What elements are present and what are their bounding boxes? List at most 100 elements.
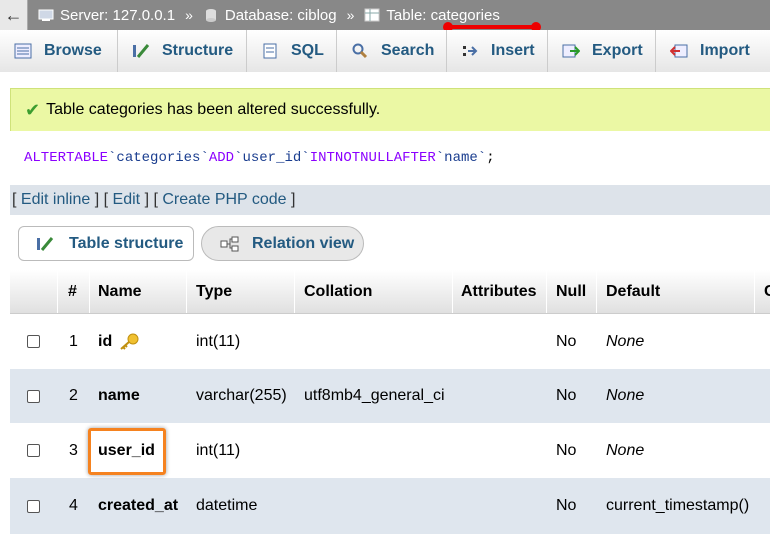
tab-browse-label[interactable]: Browse (44, 42, 102, 60)
column-name: id (98, 314, 140, 369)
sql-terminator: ; (486, 150, 495, 166)
bracket: [ (12, 191, 17, 208)
table-structure-button[interactable]: Table structure (18, 226, 194, 261)
row-number: 1 (69, 332, 78, 350)
tab-search[interactable]: Search (337, 30, 447, 72)
tab-export[interactable]: Export (548, 30, 656, 72)
column-null: No (556, 441, 577, 459)
database-icon (205, 9, 216, 22)
bracket: ] [ (94, 191, 109, 208)
edit-link[interactable]: Edit (113, 191, 141, 209)
column-default: current_timestamp() (606, 497, 750, 514)
sql-keyword: ADD (208, 150, 235, 166)
sql-icon (263, 43, 277, 59)
column-null: No (556, 387, 577, 404)
column-collation: utf8mb4_general_ci (304, 387, 445, 404)
column-type: datetime (196, 497, 258, 514)
query-links: [ Edit inline ] [ Edit ] [ Create PHP co… (10, 185, 770, 215)
row-number: 3 (69, 441, 78, 459)
column-header-null[interactable]: Null (556, 270, 586, 313)
column-header-comments[interactable]: C (764, 270, 770, 313)
column-type: int(11) (196, 332, 241, 350)
column-header-attributes[interactable]: Attributes (461, 270, 537, 313)
sql-identifier: `user_id` (234, 150, 310, 166)
bracket: ] [ (144, 191, 158, 208)
success-message: ✔ Table categories has been altered succ… (10, 88, 770, 131)
edit-inline-link[interactable]: Edit inline (21, 191, 90, 209)
sql-query: ALTER TABLE `categories` ADD `user_id` I… (10, 131, 770, 185)
annotation-highlight-box (88, 428, 166, 475)
breadcrumb-table[interactable]: Table: categories (364, 7, 500, 24)
create-php-code-link[interactable]: Create PHP code (162, 191, 286, 209)
table-row: 2 name varchar(255) utf8mb4_general_ci N… (10, 369, 770, 423)
breadcrumb: ← Server: 127.0.0.1 » Database: ciblog »… (0, 0, 770, 30)
column-default: None (606, 332, 645, 350)
breadcrumb-separator: » (185, 7, 193, 23)
tab-import[interactable]: Import (656, 30, 770, 72)
tab-sql-label[interactable]: SQL (291, 42, 324, 60)
row-checkbox[interactable] (27, 335, 40, 348)
column-default: None (606, 441, 645, 459)
tab-export-label[interactable]: Export (592, 42, 643, 60)
import-icon (670, 44, 688, 58)
row-checkbox[interactable] (27, 444, 40, 457)
tab-insert[interactable]: Insert (447, 30, 548, 72)
relation-icon (220, 236, 239, 251)
structure-icon (37, 236, 54, 251)
table-row: 1 id int(11) No None (10, 314, 770, 369)
sql-keyword: TABLE (66, 150, 109, 166)
breadcrumb-table-label[interactable]: Table: categories (386, 7, 499, 24)
column-null: No (556, 497, 577, 514)
tab-structure-label[interactable]: Structure (162, 42, 233, 60)
sql-keyword: AFTER (393, 150, 436, 166)
export-icon (562, 44, 580, 58)
tab-insert-label[interactable]: Insert (491, 42, 535, 60)
bracket: ] (291, 191, 296, 208)
browse-icon (14, 43, 32, 59)
column-header-default[interactable]: Default (606, 270, 660, 313)
column-type: varchar(255) (196, 387, 287, 404)
sql-keyword: ALTER (24, 150, 67, 166)
breadcrumb-server[interactable]: Server: 127.0.0.1 (38, 7, 175, 24)
table-row: 4 created_at datetime No current_timesta… (10, 478, 770, 534)
column-header-name[interactable]: Name (98, 270, 142, 313)
row-checkbox[interactable] (27, 499, 40, 513)
table-structure-label[interactable]: Table structure (69, 235, 183, 253)
tab-sql[interactable]: SQL (247, 30, 337, 72)
insert-icon (463, 46, 478, 56)
column-null: No (556, 332, 577, 350)
column-header-type[interactable]: Type (196, 270, 232, 313)
column-default: None (606, 387, 645, 404)
column-header-collation[interactable]: Collation (304, 270, 372, 313)
column-name-text: id (98, 332, 113, 350)
breadcrumb-database-label[interactable]: Database: ciblog (225, 7, 337, 24)
structure-icon (133, 44, 150, 58)
column-type: int(11) (196, 441, 241, 459)
annotation-underline (447, 25, 539, 29)
relation-view-button[interactable]: Relation view (201, 226, 364, 261)
sql-keyword: NOT (334, 150, 361, 166)
column-name: created_at (98, 497, 179, 514)
column-header-number[interactable]: # (68, 270, 77, 313)
back-arrow-icon[interactable]: ← (0, 0, 28, 30)
row-checkbox[interactable] (27, 389, 40, 403)
success-message-text: Table categories has been altered succes… (46, 101, 381, 118)
breadcrumb-separator: » (346, 7, 355, 23)
sql-keyword: NULL (360, 150, 394, 166)
relation-view-label[interactable]: Relation view (252, 235, 354, 253)
table-icon (364, 8, 380, 22)
primary-key-icon (120, 333, 139, 350)
tab-browse[interactable]: Browse (0, 30, 118, 72)
breadcrumb-server-label[interactable]: Server: 127.0.0.1 (60, 7, 175, 24)
tab-search-label[interactable]: Search (381, 42, 434, 60)
table-header-row: # Name Type Collation Attributes Null De… (10, 270, 770, 314)
row-number: 2 (69, 387, 78, 404)
breadcrumb-database[interactable]: Database: ciblog (203, 7, 337, 24)
checkmark-icon: ✔ (25, 99, 41, 120)
tab-structure[interactable]: Structure (118, 30, 247, 72)
search-icon (352, 43, 368, 59)
row-number: 4 (69, 497, 78, 514)
sql-identifier: `categories` (108, 150, 209, 166)
tab-import-label[interactable]: Import (700, 42, 750, 60)
column-name: name (98, 387, 140, 404)
